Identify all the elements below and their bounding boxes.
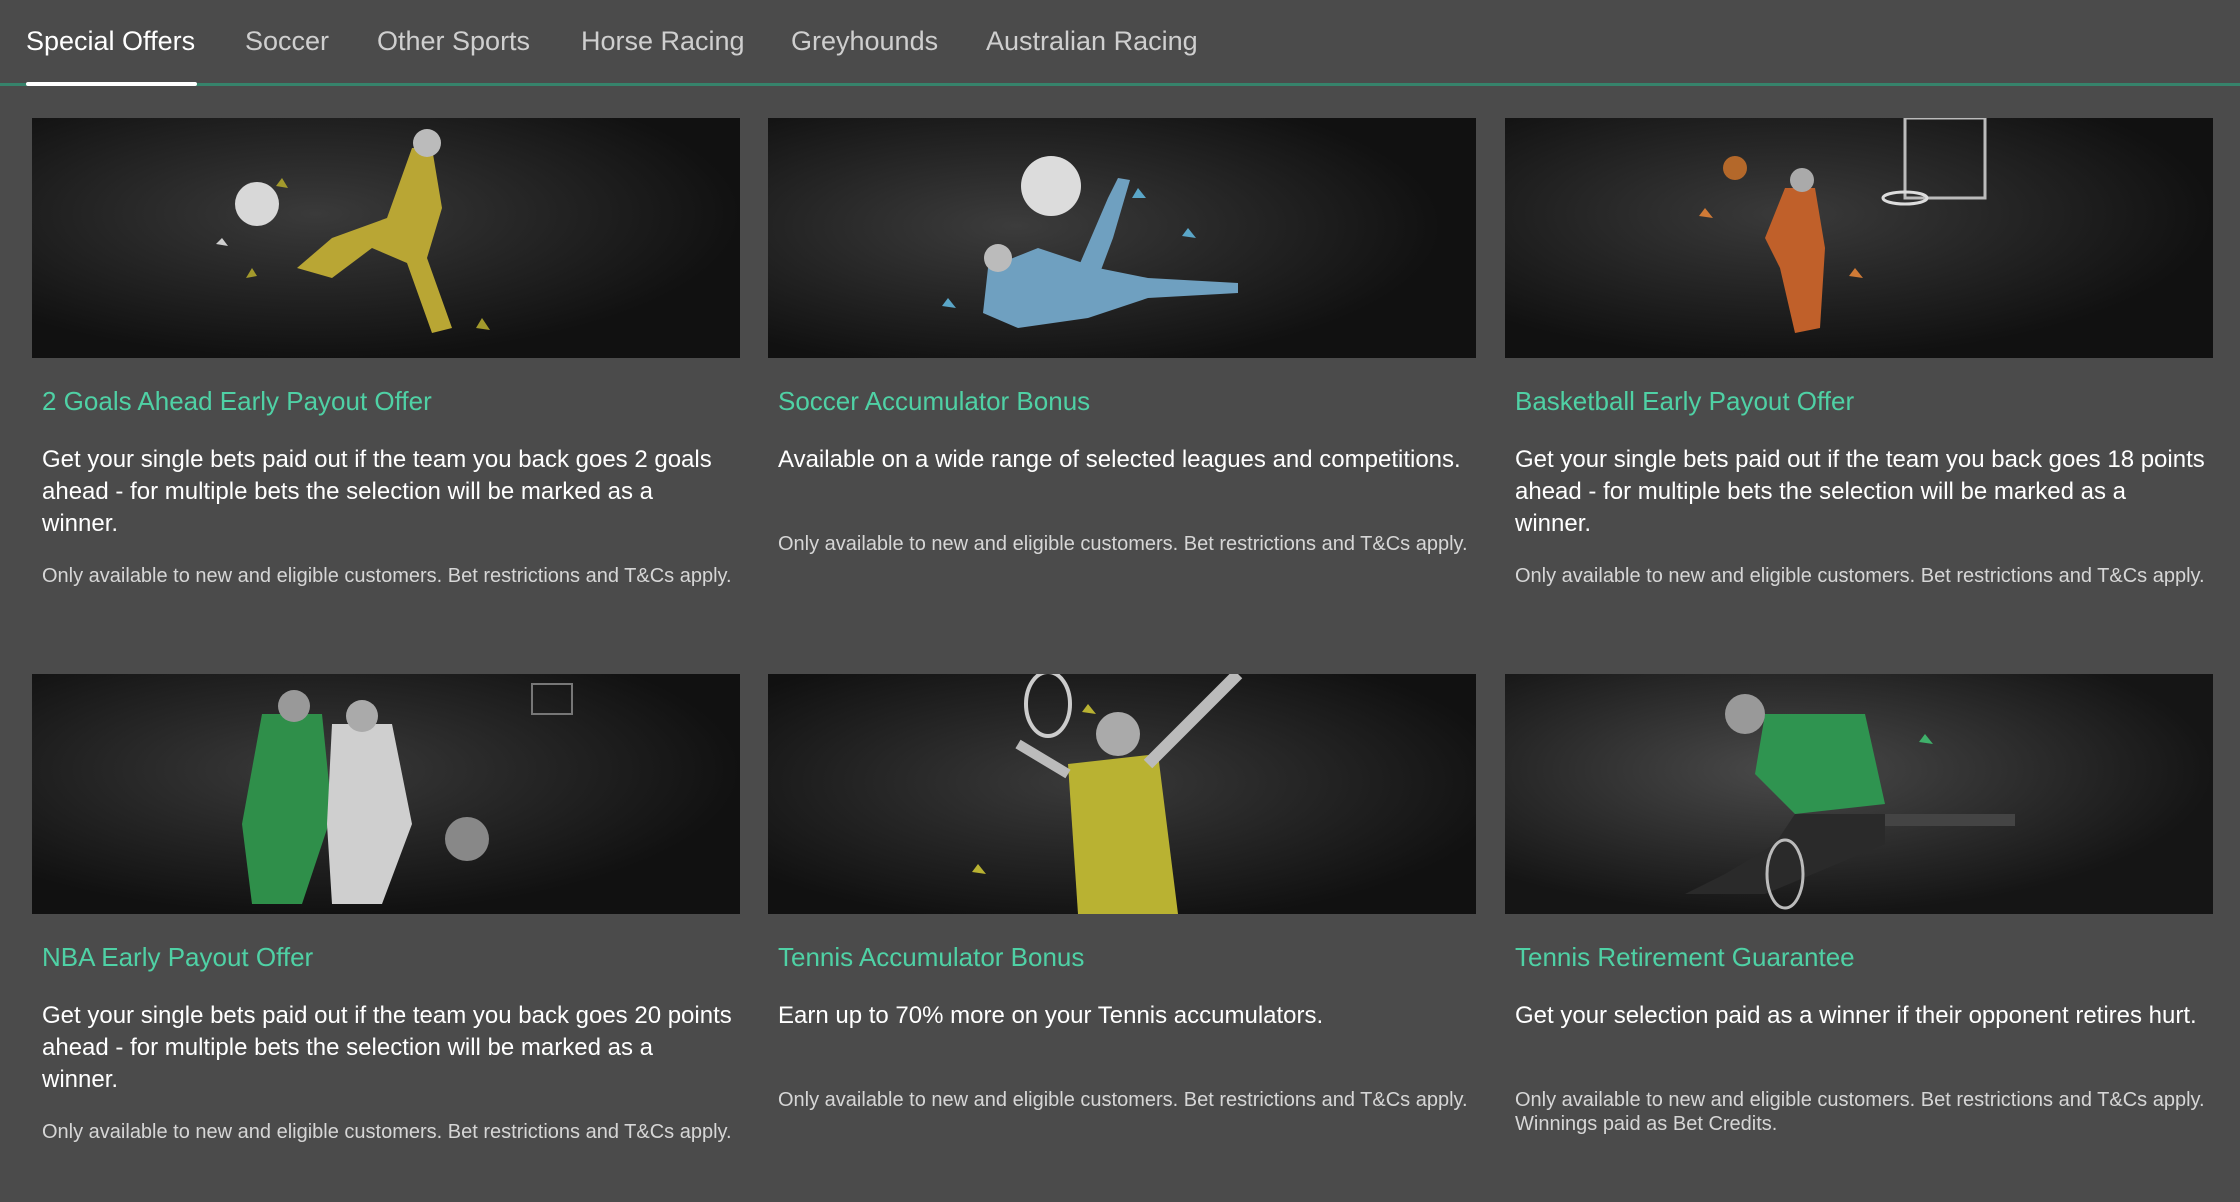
tennis-player-seated-image[interactable] — [1505, 674, 2213, 914]
offer-description: Get your single bets paid out if the tea… — [42, 1002, 732, 1093]
offer-terms: Only available to new and eligible custo… — [778, 1089, 1468, 1111]
offer-title[interactable]: Tennis Accumulator Bonus — [778, 942, 1084, 973]
offer-terms: Only available to new and eligible custo… — [1515, 565, 2205, 587]
offer-terms: Only available to new and eligible custo… — [1515, 1089, 2205, 1135]
offer-description: Get your single bets paid out if the tea… — [42, 446, 712, 537]
offer-terms: Only available to new and eligible custo… — [42, 1121, 732, 1143]
tab-other-sports[interactable]: Other Sports — [377, 26, 530, 57]
active-tab-indicator — [26, 82, 197, 86]
tennis-serve-image[interactable] — [768, 674, 1476, 914]
soccer-player-kick-image[interactable] — [32, 118, 740, 358]
soccer-bicycle-kick-image[interactable] — [768, 118, 1476, 358]
offer-description: Get your single bets paid out if the tea… — [1515, 446, 2205, 537]
offer-description: Available on a wide range of selected le… — [778, 446, 1461, 473]
offer-title[interactable]: Soccer Accumulator Bonus — [778, 386, 1090, 417]
basketball-players-image[interactable] — [32, 674, 740, 914]
offer-description: Earn up to 70% more on your Tennis accum… — [778, 1002, 1324, 1029]
offer-terms: Only available to new and eligible custo… — [778, 533, 1468, 555]
tab-australian-racing[interactable]: Australian Racing — [986, 26, 1198, 57]
tab-horse-racing[interactable]: Horse Racing — [581, 26, 745, 57]
sports-nav-bar: Special Offers Soccer Other Sports Horse… — [0, 0, 2240, 86]
tab-special-offers[interactable]: Special Offers — [26, 26, 195, 57]
offer-title[interactable]: Tennis Retirement Guarantee — [1515, 942, 1855, 973]
offer-title[interactable]: NBA Early Payout Offer — [42, 942, 313, 973]
tab-soccer[interactable]: Soccer — [245, 26, 329, 57]
offer-description: Get your selection paid as a winner if t… — [1515, 1002, 2197, 1029]
offer-title[interactable]: Basketball Early Payout Offer — [1515, 386, 1854, 417]
offer-terms: Only available to new and eligible custo… — [42, 565, 732, 587]
offer-title[interactable]: 2 Goals Ahead Early Payout Offer — [42, 386, 432, 417]
tab-greyhounds[interactable]: Greyhounds — [791, 26, 938, 57]
basketball-dunk-image[interactable] — [1505, 118, 2213, 358]
